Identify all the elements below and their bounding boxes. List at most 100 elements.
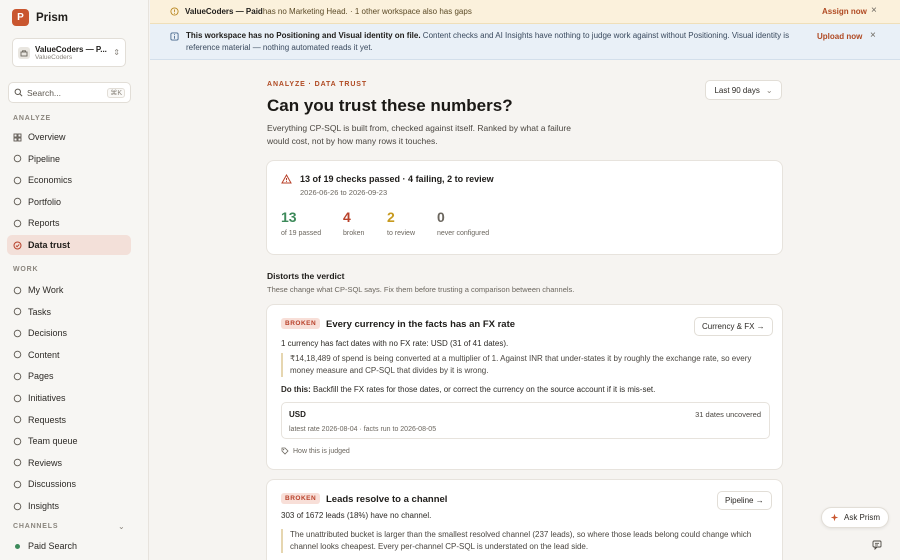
sidebar-item-decisions[interactable]: Decisions: [7, 323, 131, 343]
upload-now-button[interactable]: Upload now: [817, 32, 862, 41]
stat-value: 13: [281, 209, 297, 225]
workspace-name: ValueCoders — P...: [35, 44, 107, 54]
page-eyebrow: ANALYZE · DATA TRUST: [267, 81, 368, 88]
check-summary: 1 currency has fact dates with no FX rat…: [281, 339, 509, 348]
sidebar-item-initiatives[interactable]: Initiatives: [7, 388, 131, 408]
section-label-channels: CHANNELS: [13, 523, 59, 530]
sidebar-item-label: Team queue: [28, 436, 78, 447]
search-placeholder: Search...: [27, 87, 62, 98]
date-range-select[interactable]: Last 90 days ⌄: [705, 80, 782, 100]
stat-label: broken: [343, 230, 365, 237]
stat-broken: 4 broken: [343, 209, 364, 237]
sidebar-item-label: Paid Search: [28, 541, 78, 551]
sidebar-item-requests[interactable]: Requests: [7, 410, 131, 430]
do-label: Do this:: [281, 385, 311, 394]
positioning-banner: This workspace has no Positioning and Vi…: [150, 24, 900, 60]
ask-prism-button[interactable]: Ask Prism: [821, 507, 889, 528]
sidebar-item-reviews[interactable]: Reviews: [7, 453, 131, 473]
do-text: Backfill the FX rates for those dates, o…: [310, 385, 656, 394]
sidebar-item-label: Economics: [28, 175, 73, 186]
banner-workspace-strong: ValueCoders — Paid: [185, 7, 263, 16]
sidebar-item-overview[interactable]: Overview: [7, 127, 131, 147]
check-title: Leads resolve to a channel: [326, 494, 448, 505]
stat-label: never configured: [437, 230, 490, 237]
check-card-fx: BROKEN Every currency in the facts has a…: [266, 304, 783, 470]
sidebar-item-tasks[interactable]: Tasks: [7, 302, 131, 322]
sidebar-item-label: Data trust: [28, 240, 71, 250]
sidebar-item-label: Pages: [28, 371, 54, 382]
currency-detail: USD 31 dates uncovered latest rate 2026-…: [281, 402, 770, 439]
assign-now-button[interactable]: Assign now: [822, 7, 867, 16]
pipeline-icon: [13, 154, 22, 163]
sidebar-item-label: Requests: [28, 414, 67, 425]
chevron-updown-icon: ⇕: [113, 48, 120, 57]
warning-triangle-icon: [281, 174, 292, 184]
sidebar: P Prism ValueCoders — P... ValueCoders ⇕…: [0, 0, 149, 560]
workspace-switcher[interactable]: ValueCoders — P... ValueCoders ⇕: [12, 38, 126, 67]
brand-name: Prism: [36, 11, 68, 24]
workspace-icon: [18, 46, 30, 59]
brand-logo: P: [12, 9, 29, 26]
sidebar-item-label: My Work: [28, 285, 64, 295]
stat-label: to review: [387, 230, 416, 237]
sidebar-item-label: Reports: [28, 218, 60, 229]
page-description: Everything CP-SQL is built from, checked…: [267, 123, 571, 146]
summary-card: 13 of 19 checks passed · 4 failing, 2 to…: [266, 160, 783, 255]
chevron-down-icon: ⌄: [765, 85, 773, 95]
sidebar-item-content[interactable]: Content: [7, 345, 131, 365]
sidebar-item-paid-search[interactable]: Paid Search: [7, 536, 131, 556]
chevron-down-icon[interactable]: ⌄: [118, 522, 125, 531]
sidebar-item-pipeline[interactable]: Pipeline: [7, 149, 131, 169]
status-badge: BROKEN: [281, 318, 321, 329]
search-input[interactable]: Search... ⌘K: [8, 82, 131, 103]
check-title: Every currency in the facts has an FX ra…: [326, 319, 516, 330]
button-label: Currency & FX →: [702, 322, 765, 331]
info-icon: [170, 32, 179, 41]
content-icon: [13, 350, 22, 359]
close-icon[interactable]: ×: [870, 30, 876, 41]
currency-fx-button[interactable]: Currency & FX →: [694, 317, 773, 336]
portfolio-icon: [13, 197, 22, 206]
button-label: Pipeline →: [725, 496, 764, 505]
feedback-icon[interactable]: [869, 537, 885, 553]
brand[interactable]: P Prism: [12, 9, 68, 26]
workspace-gap-banner: ValueCoders — Paid has no Marketing Head…: [150, 0, 900, 24]
sidebar-item-label: Pipeline: [28, 153, 61, 164]
sidebar-item-label: Decisions: [28, 328, 68, 339]
status-badge: BROKEN: [281, 493, 321, 504]
sidebar-item-label: Portfolio: [28, 196, 62, 207]
stat-value: 0: [437, 209, 445, 225]
check-card-leads: BROKEN Leads resolve to a channel Pipeli…: [266, 479, 783, 560]
ask-prism-label: Ask Prism: [844, 513, 880, 522]
reports-icon: [13, 219, 22, 228]
sidebar-item-insights[interactable]: Insights: [7, 496, 131, 516]
sidebar-item-reports[interactable]: Reports: [7, 213, 131, 233]
sidebar-item-label: Reviews: [28, 457, 63, 468]
check-explanation: The unattributed bucket is larger than t…: [281, 529, 767, 553]
section-label-analyze: ANALYZE: [13, 115, 52, 122]
sidebar-item-my-work[interactable]: My Work: [7, 280, 131, 300]
section-subtitle: These change what CP-SQL says. Fix them …: [267, 285, 575, 294]
sidebar-item-label: Content: [28, 349, 60, 360]
how-judged-link[interactable]: How this is judged: [281, 447, 350, 455]
decisions-icon: [13, 329, 22, 338]
pages-icon: [13, 372, 22, 381]
page-title: Can you trust these numbers?: [267, 96, 513, 115]
sidebar-item-data-trust[interactable]: Data trust: [7, 235, 131, 255]
sidebar-item-economics[interactable]: Economics: [7, 170, 131, 190]
check-summary: 303 of 1672 leads (18%) have no channel.: [281, 511, 432, 520]
discussions-icon: [13, 480, 22, 489]
date-range-value: Last 90 days: [714, 85, 760, 95]
banner-workspace-text: has no Marketing Head. · 1 other workspa…: [262, 7, 472, 16]
sidebar-item-portfolio[interactable]: Portfolio: [7, 192, 131, 212]
search-shortcut: ⌘K: [107, 87, 125, 98]
pipeline-button[interactable]: Pipeline →: [717, 491, 772, 510]
sidebar-item-pages[interactable]: Pages: [7, 366, 131, 386]
how-judged-label: How this is judged: [293, 447, 350, 455]
close-icon[interactable]: ×: [871, 5, 877, 16]
section-label-work: WORK: [13, 266, 39, 273]
sidebar-item-label: Discussions: [28, 479, 77, 490]
sidebar-item-discussions[interactable]: Discussions: [7, 474, 131, 494]
sidebar-item-team-queue[interactable]: Team queue: [7, 431, 131, 451]
workspace-org: ValueCoders: [35, 53, 73, 61]
